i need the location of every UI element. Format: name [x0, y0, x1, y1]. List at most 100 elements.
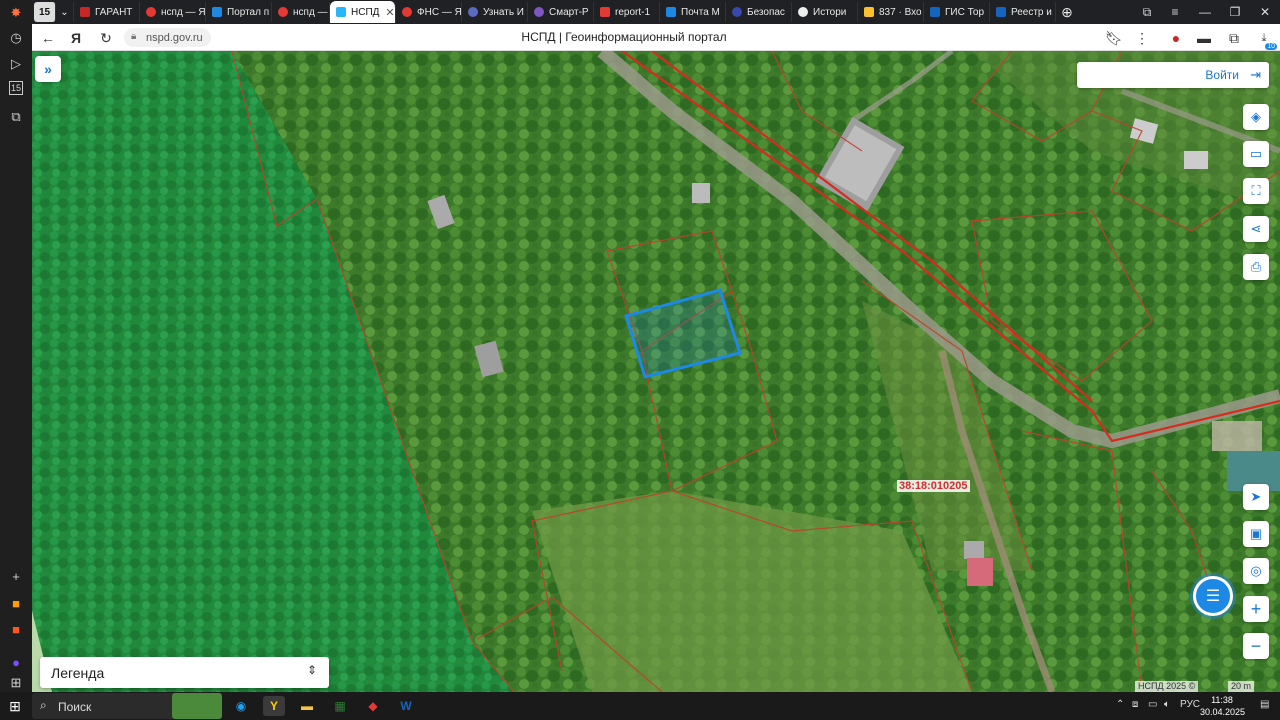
alice-icon[interactable]: ●	[6, 652, 26, 672]
clock[interactable]: 11:38 30.04.2025	[1200, 694, 1245, 718]
login-button[interactable]: Войти ⇥	[1077, 62, 1269, 88]
tab-label: ФНС — Я	[417, 6, 462, 18]
more-options-icon[interactable]: ⋮	[1132, 28, 1152, 48]
tray-app-icon[interactable]: ⧈	[1132, 699, 1138, 710]
file-explorer-icon[interactable]: ▬	[296, 696, 318, 716]
tab-manager-icon[interactable]: ⧉	[1132, 0, 1162, 24]
tab-item[interactable]: Смарт-Р	[528, 2, 594, 22]
yandex-browser-icon[interactable]: Y	[263, 696, 285, 716]
tab-favicon	[666, 7, 676, 17]
login-icon: ⇥	[1250, 67, 1261, 82]
browser-logo-icon[interactable]: ✸	[6, 3, 26, 23]
play-icon[interactable]: ▷	[6, 54, 26, 74]
layers-button[interactable]: ◈	[1243, 104, 1269, 130]
extension-icon[interactable]: ●	[1166, 28, 1186, 48]
tab-label: Узнать И	[483, 6, 524, 18]
browser-menu-icon[interactable]: ≡	[1160, 0, 1190, 24]
tab-item[interactable]: 837 · Вхо	[858, 2, 924, 22]
tab-item[interactable]: ФНС — Я	[396, 2, 462, 22]
search-highlight-image	[172, 693, 222, 719]
geo-search-button[interactable]: ◎	[1243, 558, 1269, 584]
app-icon-1[interactable]: ■	[6, 593, 26, 613]
basemap-button[interactable]: ▣	[1243, 521, 1269, 547]
tab-item[interactable]: Узнать И	[462, 2, 528, 22]
expand-panel-button[interactable]: »	[35, 56, 61, 82]
tab-favicon	[534, 7, 544, 17]
tab-favicon	[732, 7, 742, 17]
word-icon[interactable]: W	[395, 696, 417, 716]
zoom-in-button[interactable]: +	[1243, 596, 1269, 622]
tab-item[interactable]: Портал п	[206, 2, 272, 22]
tray-expand-icon[interactable]: ⌃	[1116, 699, 1124, 710]
close-tab-icon[interactable]: ✕	[385, 6, 394, 19]
tab-label: нспд — Я	[293, 6, 329, 18]
tab-favicon	[600, 7, 610, 17]
app-icon-2[interactable]: ■	[6, 619, 26, 639]
history-icon[interactable]: ◷	[6, 28, 26, 48]
minimize-icon[interactable]: —	[1190, 0, 1220, 24]
tab-list-chevron-icon[interactable]: ⌄	[56, 2, 74, 22]
tab-item[interactable]: нспд — Я	[272, 2, 330, 22]
new-tab-button[interactable]: ⊕	[1056, 2, 1078, 22]
select-area-button[interactable]: ⛶	[1243, 178, 1269, 204]
share-icon: ⋖	[1250, 221, 1262, 236]
browser-side-panel: ✸ ◷ ▷ 15 ⧉ + ■ ■ ● ⊞	[0, 0, 32, 692]
print-button[interactable]: ⎙	[1243, 254, 1269, 280]
tab-item[interactable]: report-1	[594, 2, 660, 22]
ruler-button[interactable]: ▭	[1243, 141, 1269, 167]
excel-icon[interactable]: ▦	[329, 696, 351, 716]
network-icon[interactable]: ▭	[1148, 699, 1157, 710]
app-red-icon[interactable]: ◆	[362, 696, 384, 716]
search-label: Поиск	[58, 700, 92, 714]
bookmark-icon[interactable]: 🔖︎	[1104, 28, 1124, 48]
tab-count-button[interactable]: 15	[34, 2, 56, 22]
volume-icon[interactable]: 🔈︎	[1164, 699, 1170, 710]
clock-time: 11:38	[1211, 695, 1233, 705]
locate-button[interactable]: ➤	[1243, 484, 1269, 510]
select-area-icon: ⛶	[1251, 183, 1261, 198]
locate-icon: ➤	[1250, 489, 1262, 504]
tab-favicon	[336, 7, 346, 17]
map-view[interactable]: » Войти ⇥ ◈ ▭ ⛶ ⋖ ⎙ ➤ ▣ ◎ + − ☰ 38:18:01…	[32, 51, 1280, 692]
geo-search-icon: ◎	[1250, 563, 1262, 578]
panel-menu-icon[interactable]: ⊞	[6, 673, 26, 693]
start-icon[interactable]: ⊞	[4, 696, 26, 716]
taskbar-search[interactable]: ⌕ Поиск	[32, 693, 222, 719]
edge-icon[interactable]: ◉	[230, 696, 252, 716]
tab-item[interactable]: Почта М	[660, 2, 726, 22]
legend-dropdown[interactable]: Легенда ⇕	[40, 657, 329, 688]
legend-label: Легенда	[51, 665, 105, 681]
downloads-icon[interactable]: ⤓ 10	[1254, 28, 1277, 50]
tab-item[interactable]: Истори	[792, 2, 858, 22]
tab-strip: 15 ⌄ ГАРАНТ нспд — Я Портал п нспд — Я Н…	[32, 0, 1280, 24]
tab-item[interactable]: ГАРАНТ	[74, 2, 140, 22]
layers-icon: ◈	[1251, 109, 1261, 124]
downloads-badge: 10	[1265, 43, 1277, 50]
tab-item[interactable]: Безопас	[726, 2, 792, 22]
reading-list-icon[interactable]: ▬	[1194, 28, 1214, 48]
address-bar: ← Я ↻ 🔒︎ nspd.gov.ru НСПД | Геоинформаци…	[32, 24, 1280, 51]
tab-label: ГАРАНТ	[95, 6, 133, 18]
language-indicator[interactable]: РУС	[1180, 699, 1200, 710]
close-window-icon[interactable]: ✕	[1250, 0, 1280, 24]
notifications-icon[interactable]: ▤	[1260, 699, 1269, 710]
tab-item[interactable]: нспд — Я	[140, 2, 206, 22]
tab-count-icon[interactable]: 15	[9, 81, 23, 95]
zoom-out-button[interactable]: −	[1243, 633, 1269, 659]
tab-item[interactable]: Реестр и	[990, 2, 1056, 22]
scale-bar: 20 m	[1228, 681, 1255, 692]
tab-item-active[interactable]: НСПД ✕	[330, 1, 396, 23]
share-button[interactable]: ⋖	[1243, 216, 1269, 242]
screenshot-icon[interactable]: ⧉	[6, 107, 26, 127]
search-icon: ⌕	[40, 698, 47, 712]
cadastral-quarter-label: 38:18:010205	[897, 480, 970, 492]
restore-icon[interactable]: ❐	[1220, 0, 1250, 24]
tab-label: report-1	[615, 6, 651, 18]
add-panel-icon[interactable]: +	[6, 566, 26, 586]
tab-label: 837 · Вхо	[879, 6, 922, 18]
satellite-map	[32, 51, 1280, 692]
zoom-in-icon: +	[1250, 598, 1262, 619]
collections-icon[interactable]: ⧉	[1224, 28, 1244, 48]
tab-item[interactable]: ГИС Тор	[924, 2, 990, 22]
chat-button[interactable]: ☰	[1193, 576, 1233, 616]
